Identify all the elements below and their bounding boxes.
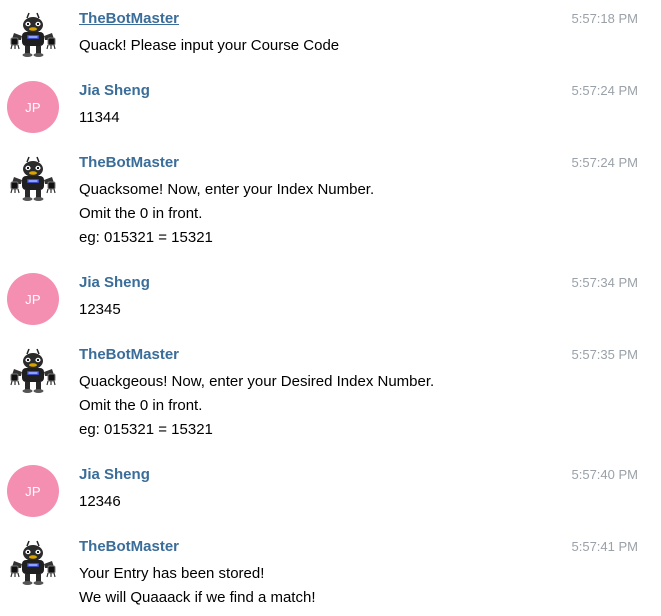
message-text: 12346 [79, 490, 559, 514]
message-text: Quack! Please input your Course Code [79, 34, 559, 58]
message-line: Quacksome! Now, enter your Index Number. [79, 181, 375, 198]
message-timestamp: 5:57:18 PM [571, 11, 639, 26]
user-avatar[interactable]: JP [7, 273, 59, 325]
sender-name[interactable]: TheBotMaster [79, 153, 179, 173]
bot-avatar[interactable] [7, 9, 59, 61]
robot-duck-icon [10, 540, 56, 585]
sender-name[interactable]: Jia Sheng [79, 273, 150, 293]
message-timestamp: 5:57:41 PM [571, 539, 639, 554]
message-text: Quackgeous! Now, enter your Desired Inde… [79, 370, 559, 442]
message-text: 12345 [79, 298, 559, 322]
message-line: Omit the 0 in front. [79, 205, 203, 222]
message-text: Quacksome! Now, enter your Index Number.… [79, 178, 559, 250]
message-line: Quack! Please input your Course Code [79, 37, 340, 54]
sender-name[interactable]: TheBotMaster [79, 9, 179, 29]
robot-duck-icon [10, 156, 56, 201]
bot-avatar[interactable] [7, 537, 59, 589]
robot-duck-icon [10, 348, 56, 393]
message-text: 11344 [79, 106, 559, 130]
message-timestamp: 5:57:34 PM [571, 275, 639, 290]
message-timestamp: 5:57:24 PM [571, 83, 639, 98]
message-line: Omit the 0 in front. [79, 397, 203, 414]
sender-name[interactable]: TheBotMaster [79, 537, 179, 557]
message-line: 12346 [79, 493, 121, 510]
sender-name[interactable]: Jia Sheng [79, 465, 150, 485]
user-avatar[interactable]: JP [7, 465, 59, 517]
message-line: eg: 015321 = 15321 [79, 229, 213, 246]
user-avatar[interactable]: JP [7, 81, 59, 133]
message-line: 11344 [79, 109, 120, 126]
chat-history: TheBotMaster 5:57:18 PM Quack! Please in… [0, 0, 661, 616]
message-line: We will Quaaack if we find a match! [79, 589, 316, 606]
bot-avatar[interactable] [7, 153, 59, 205]
message-line: Your Entry has been stored! [79, 565, 265, 582]
sender-name[interactable]: TheBotMaster [79, 345, 179, 365]
message-line: eg: 015321 = 15321 [79, 421, 213, 438]
message-timestamp: 5:57:40 PM [571, 467, 639, 482]
sender-name[interactable]: Jia Sheng [79, 81, 150, 101]
bot-avatar[interactable] [7, 345, 59, 397]
message-timestamp: 5:57:24 PM [571, 155, 639, 170]
message-line: Quackgeous! Now, enter your Desired Inde… [79, 373, 435, 390]
message-timestamp: 5:57:35 PM [571, 347, 639, 362]
robot-duck-icon [10, 12, 56, 57]
message-line: 12345 [79, 301, 121, 318]
message-text: Your Entry has been stored! We will Quaa… [79, 562, 559, 610]
